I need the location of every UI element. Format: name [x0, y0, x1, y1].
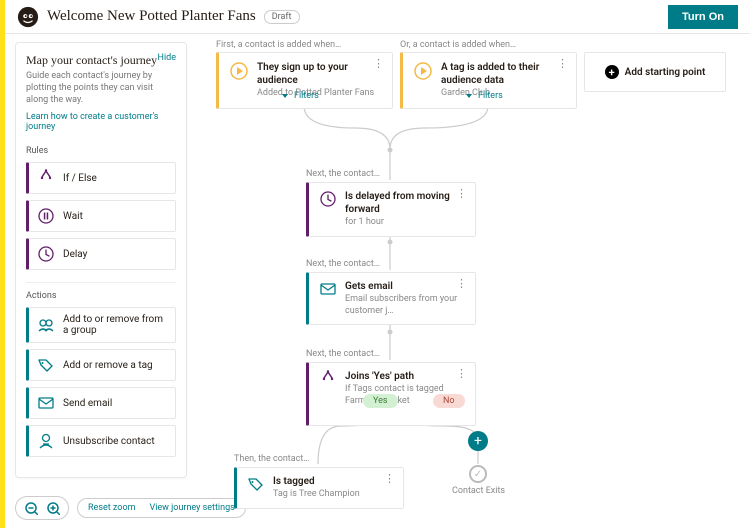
palette-label: Send email [63, 398, 112, 409]
node-menu-button[interactable]: ⋮ [454, 189, 469, 200]
sidebar-subtitle: Guide each contact's journey by plotting… [26, 71, 176, 106]
node-tagged[interactable]: Is tagged Tag is Tree Champion ⋮ [234, 467, 404, 509]
filters-link[interactable]: Filters [466, 91, 503, 101]
node-sub: Added to Potted Planter Fans [257, 88, 384, 100]
path-label-no[interactable]: No [433, 394, 465, 408]
palette-label: Delay [63, 249, 87, 260]
hint-then: Then, the contact… [234, 454, 309, 464]
node-menu-button[interactable]: ⋮ [454, 279, 469, 290]
node-delay[interactable]: Is delayed from moving forward for 1 hou… [306, 182, 476, 237]
mail-icon [37, 394, 55, 412]
palette-action-unsubscribe[interactable]: Unsubscribe contact [26, 425, 176, 457]
sidebar-title: Map your contact's journey [26, 53, 157, 67]
clock-icon [37, 245, 55, 263]
play-icon [229, 61, 249, 81]
tag-icon [247, 475, 265, 493]
sidebar-panel: Map your contact's journey Hide Guide ea… [15, 42, 187, 478]
header: Welcome New Potted Planter Fans Draft Tu… [5, 0, 750, 34]
node-title: Joins 'Yes' path [345, 370, 467, 383]
path-label-yes[interactable]: Yes [363, 394, 398, 408]
node-sub: Email subscribers from your customer j… [345, 294, 467, 317]
unsub-icon [37, 432, 55, 450]
journey-canvas[interactable]: First, a contact is added when… Or, a co… [200, 34, 750, 528]
turn-on-button[interactable]: Turn On [668, 5, 738, 29]
clock-icon [319, 190, 337, 208]
plus-icon: + [605, 65, 619, 79]
group-icon [37, 316, 55, 334]
zoom-out-button[interactable] [24, 501, 38, 515]
play-icon [413, 61, 433, 81]
add-start-label: Add starting point [625, 67, 706, 78]
node-title: Gets email [345, 280, 467, 293]
rules-section-label: Rules [26, 146, 176, 156]
palette-label: Unsubscribe contact [63, 436, 155, 447]
hint-first: First, a contact is added when… [216, 40, 341, 50]
mailchimp-logo [17, 6, 39, 28]
palette-rule-delay[interactable]: Delay [26, 238, 176, 270]
pause-icon [37, 207, 55, 225]
palette-label: Add to or remove from a group [63, 314, 167, 336]
node-email[interactable]: Gets email Email subscribers from your c… [306, 272, 476, 325]
node-menu-button[interactable]: ⋮ [555, 59, 570, 70]
hint-next: Next, the contact… [306, 169, 380, 179]
reset-zoom-button[interactable]: Reset zoom [88, 503, 135, 513]
node-menu-button[interactable]: ⋮ [454, 369, 469, 380]
learn-link[interactable]: Learn how to create a customer's journey [26, 112, 176, 132]
status-badge: Draft [264, 10, 300, 24]
palette-rule-ifelse[interactable]: If / Else [26, 162, 176, 194]
exit-label: Contact Exits [452, 486, 505, 496]
hide-sidebar-button[interactable]: Hide [158, 53, 176, 63]
node-title: Is delayed from moving forward [345, 190, 467, 216]
hint-next: Next, the contact… [306, 349, 380, 359]
palette-label: Wait [63, 211, 83, 222]
palette-rule-wait[interactable]: Wait [26, 200, 176, 232]
node-menu-button[interactable]: ⋮ [371, 59, 386, 70]
palette-action-group[interactable]: Add to or remove from a group [26, 307, 176, 343]
actions-section-label: Actions [26, 282, 176, 301]
node-title: They sign up to your audience [257, 61, 384, 87]
node-title: A tag is added to their audience data [441, 61, 568, 87]
node-title: Is tagged [273, 475, 360, 488]
palette-action-email[interactable]: Send email [26, 387, 176, 419]
palette-action-tag[interactable]: Add or remove a tag [26, 349, 176, 381]
split-icon [37, 169, 55, 187]
exit-icon: ✓ [469, 465, 487, 483]
node-sub: Garden Club [441, 88, 568, 100]
palette-label: Add or remove a tag [63, 360, 153, 371]
tag-icon [37, 356, 55, 374]
add-starting-point-button[interactable]: + Add starting point [584, 52, 726, 92]
page-title: Welcome New Potted Planter Fans [47, 8, 256, 25]
zoom-in-button[interactable] [46, 501, 60, 515]
node-menu-button[interactable]: ⋮ [382, 474, 397, 485]
node-sub: for 1 hour [345, 217, 467, 229]
filters-link[interactable]: Filters [282, 91, 319, 101]
mail-icon [319, 280, 337, 298]
add-step-button[interactable]: + [468, 431, 488, 451]
hint-next: Next, the contact… [306, 259, 380, 269]
node-sub: Tag is Tree Champion [273, 489, 360, 501]
palette-label: If / Else [63, 173, 97, 184]
split-icon [319, 370, 337, 388]
hint-or: Or, a contact is added when… [400, 40, 516, 50]
